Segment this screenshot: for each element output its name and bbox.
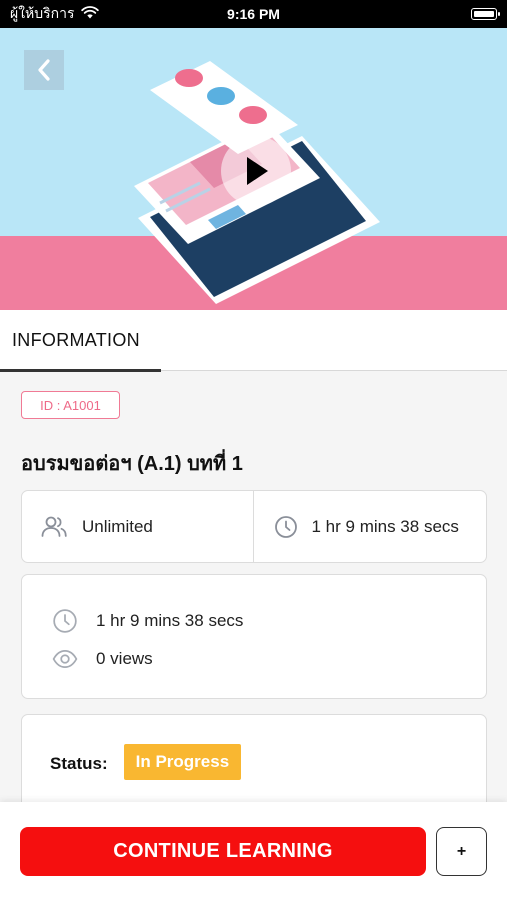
active-tab-indicator (0, 369, 161, 372)
clock-icon (274, 515, 297, 538)
bottom-action-bar: CONTINUE LEARNING + (0, 802, 507, 900)
course-info-row: Unlimited 1 hr 9 mins 38 secs (21, 490, 487, 563)
course-id-badge: ID : A1001 (21, 391, 120, 419)
seats-text: Unlimited (82, 516, 153, 536)
stat-duration: 1 hr 9 mins 38 secs (52, 602, 486, 640)
status-bar: ผู้ให้บริการ 9:16 PM (0, 0, 507, 28)
stat-views: 0 views (52, 640, 486, 678)
tab-information-label: INFORMATION (12, 330, 140, 350)
status-label: Status: (50, 754, 108, 773)
seats-cell: Unlimited (22, 491, 253, 562)
add-button[interactable]: + (436, 827, 487, 876)
tab-information[interactable]: INFORMATION (0, 310, 161, 372)
stat-duration-text: 1 hr 9 mins 38 secs (96, 611, 244, 630)
play-video-button[interactable] (221, 136, 291, 206)
course-title: อบรมขอต่อฯ (A.1) บทที่ 1 (21, 453, 243, 475)
status-left: ผู้ให้บริการ (10, 3, 99, 25)
clock-icon (53, 609, 77, 633)
back-button[interactable] (24, 50, 64, 90)
continue-learning-button[interactable]: CONTINUE LEARNING (20, 827, 426, 876)
stat-views-text: 0 views (96, 649, 153, 668)
duration-text: 1 hr 9 mins 38 secs (311, 516, 459, 536)
status-badge: In Progress (123, 744, 242, 780)
course-hero-image (0, 28, 507, 310)
battery-level-fill (473, 10, 494, 17)
duration-cell: 1 hr 9 mins 38 secs (252, 491, 487, 562)
chevron-left-icon (38, 59, 50, 81)
play-icon (247, 157, 268, 185)
battery-icon (471, 8, 500, 20)
wifi-icon (80, 6, 99, 22)
users-icon (41, 516, 67, 537)
carrier-label: ผู้ให้บริการ (10, 5, 75, 21)
course-stats-card: 1 hr 9 mins 38 secs 0 views (21, 574, 487, 699)
tab-bar: INFORMATION (0, 310, 507, 372)
eye-icon (52, 650, 78, 668)
